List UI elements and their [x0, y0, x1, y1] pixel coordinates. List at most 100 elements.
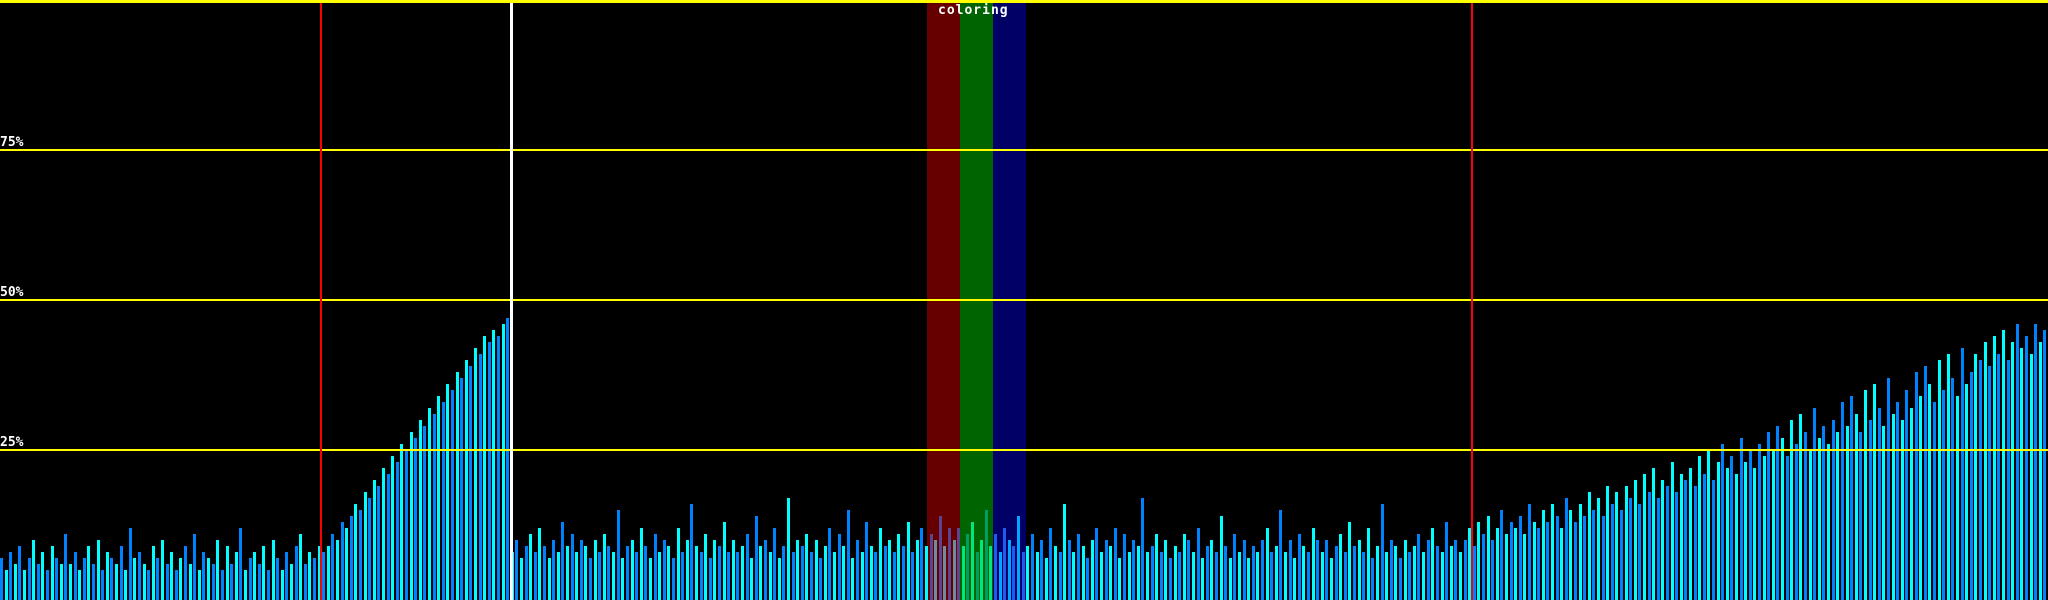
bar	[433, 414, 436, 600]
bar	[948, 528, 951, 600]
bar	[1266, 528, 1269, 600]
bar	[589, 558, 592, 600]
bar	[474, 348, 477, 600]
bar	[460, 378, 463, 600]
bar	[810, 552, 813, 600]
bar	[543, 546, 546, 600]
gridline-50	[0, 299, 2048, 301]
bar	[1404, 540, 1407, 600]
bar	[423, 426, 426, 600]
bar	[1210, 540, 1213, 600]
bar	[1367, 528, 1370, 600]
bar	[1394, 546, 1397, 600]
band-maroon	[927, 3, 960, 600]
bar	[18, 546, 21, 600]
bar	[1551, 504, 1554, 600]
bar	[272, 540, 275, 600]
bar	[74, 552, 77, 600]
bar	[2020, 348, 2023, 600]
bar	[1183, 534, 1186, 600]
bar	[1206, 546, 1209, 600]
bar	[1441, 552, 1444, 600]
bar	[1012, 546, 1015, 600]
bar	[1233, 534, 1236, 600]
bar	[782, 546, 785, 600]
bar	[1588, 492, 1591, 600]
bar	[976, 552, 979, 600]
bar	[1473, 546, 1476, 600]
bar	[230, 564, 233, 600]
bar	[971, 522, 974, 600]
bar	[594, 540, 597, 600]
bar	[874, 552, 877, 600]
bar	[1767, 432, 1770, 600]
bar	[1151, 546, 1154, 600]
bar	[1910, 408, 1913, 600]
bar	[290, 564, 293, 600]
bar	[1901, 420, 1904, 600]
bar	[244, 570, 247, 600]
bar	[1698, 456, 1701, 600]
bar	[1238, 552, 1241, 600]
bar	[1399, 558, 1402, 600]
bar	[2043, 330, 2046, 600]
bar	[1809, 450, 1812, 600]
bar	[488, 342, 491, 600]
bar	[1781, 438, 1784, 600]
bar	[1339, 534, 1342, 600]
bar	[1215, 552, 1218, 600]
bar	[1827, 444, 1830, 600]
bar	[824, 546, 827, 600]
bar	[133, 558, 136, 600]
bar	[391, 456, 394, 600]
bar	[156, 558, 159, 600]
bar	[1325, 540, 1328, 600]
bar	[299, 534, 302, 600]
bar	[1169, 558, 1172, 600]
bar	[120, 546, 123, 600]
bar	[1905, 390, 1908, 600]
bar	[1859, 432, 1862, 600]
bar	[1924, 366, 1927, 600]
bar	[138, 552, 141, 600]
bar	[847, 510, 850, 600]
bar	[373, 480, 376, 600]
bar	[796, 540, 799, 600]
bar	[1118, 558, 1121, 600]
bar	[598, 552, 601, 600]
bar	[1298, 534, 1301, 600]
bar	[198, 570, 201, 600]
bar	[359, 510, 362, 600]
bar	[1841, 402, 1844, 600]
bar	[1915, 372, 1918, 600]
bar	[87, 546, 90, 600]
marker-red-right	[1471, 0, 1473, 600]
gridline-75	[0, 149, 2048, 151]
bar	[980, 540, 983, 600]
bar	[1675, 492, 1678, 600]
bar	[1022, 552, 1025, 600]
bar	[1114, 528, 1117, 600]
bar	[1652, 468, 1655, 600]
bar	[336, 540, 339, 600]
bar	[672, 558, 675, 600]
bar	[1993, 336, 1996, 600]
bar	[1988, 366, 1991, 600]
bar	[1417, 534, 1420, 600]
bar	[1353, 546, 1356, 600]
bar	[1638, 504, 1641, 600]
bar	[907, 522, 910, 600]
band-navy	[993, 3, 1026, 600]
bar	[1896, 402, 1899, 600]
bar	[110, 558, 113, 600]
bar	[962, 546, 965, 600]
bar	[258, 564, 261, 600]
bar	[1933, 402, 1936, 600]
bar	[718, 546, 721, 600]
bar	[842, 546, 845, 600]
bar	[607, 546, 610, 600]
bar	[1832, 420, 1835, 600]
bar	[695, 546, 698, 600]
bar	[1611, 504, 1614, 600]
bar	[1155, 534, 1158, 600]
